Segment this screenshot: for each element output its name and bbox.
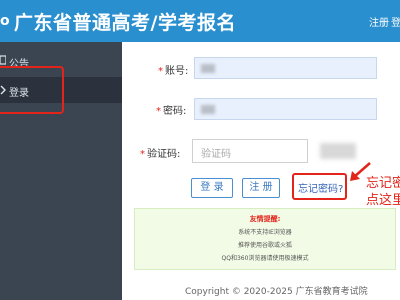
logo-icon: o: [0, 13, 10, 29]
annotation-line-2: 点这里: [366, 193, 400, 208]
required-mark: *: [156, 106, 161, 117]
redacted-value: [201, 64, 215, 73]
required-mark: *: [140, 149, 145, 160]
account-field[interactable]: [194, 57, 377, 79]
password-label-text: 密码:: [163, 106, 187, 117]
register-button[interactable]: 注 册: [242, 178, 280, 198]
captcha-label-text: 验证码:: [147, 149, 181, 160]
notice-line: QQ和360浏览器请使用极速模式: [221, 255, 309, 262]
header-register-link[interactable]: 注册: [369, 14, 389, 29]
captcha-field[interactable]: 验证码: [192, 139, 308, 163]
password-field[interactable]: [194, 98, 377, 120]
captcha-placeholder: 验证码: [201, 149, 231, 160]
account-label: * 账号:: [158, 62, 188, 77]
login-button[interactable]: 登 录: [191, 178, 233, 198]
captcha-image[interactable]: [320, 143, 356, 159]
copyright-footer: Copyright © 2020-2025 广东省教育考试院: [185, 287, 368, 297]
highlight-box-forgot-password: [292, 173, 347, 200]
redacted-value: [201, 105, 215, 114]
account-label-text: 账号:: [165, 66, 189, 77]
login-panel: * 账号: * 密码: * 验证码: 验证码 登 录 注 册 忘记密码? 忘记密 点这…: [122, 42, 400, 300]
notice-box: 友情提醒: 系统不支持IE浏览器 推荐使用谷歌或火狐 QQ和360浏览器请使用极…: [134, 208, 396, 270]
required-mark: *: [158, 66, 163, 77]
captcha-label: * 验证码:: [140, 145, 180, 160]
annotation-line-1: 忘记密: [366, 176, 400, 191]
page-title: 广东省普通高考/学考报名: [14, 12, 236, 34]
highlight-box-login-menu: [0, 66, 64, 114]
notice-line: 系统不支持IE浏览器: [238, 229, 292, 236]
password-label: * 密码:: [156, 102, 186, 117]
announcement-icon: [0, 55, 6, 65]
annotation-text: 忘记密 点这里: [366, 175, 400, 209]
header-login-link[interactable]: 登: [391, 14, 400, 29]
notice-title: 友情提醒:: [249, 215, 281, 223]
notice-line: 推荐使用谷歌或火狐: [237, 242, 292, 249]
app-header: o 广东省普通高考/学考报名 注册 登: [0, 0, 400, 42]
